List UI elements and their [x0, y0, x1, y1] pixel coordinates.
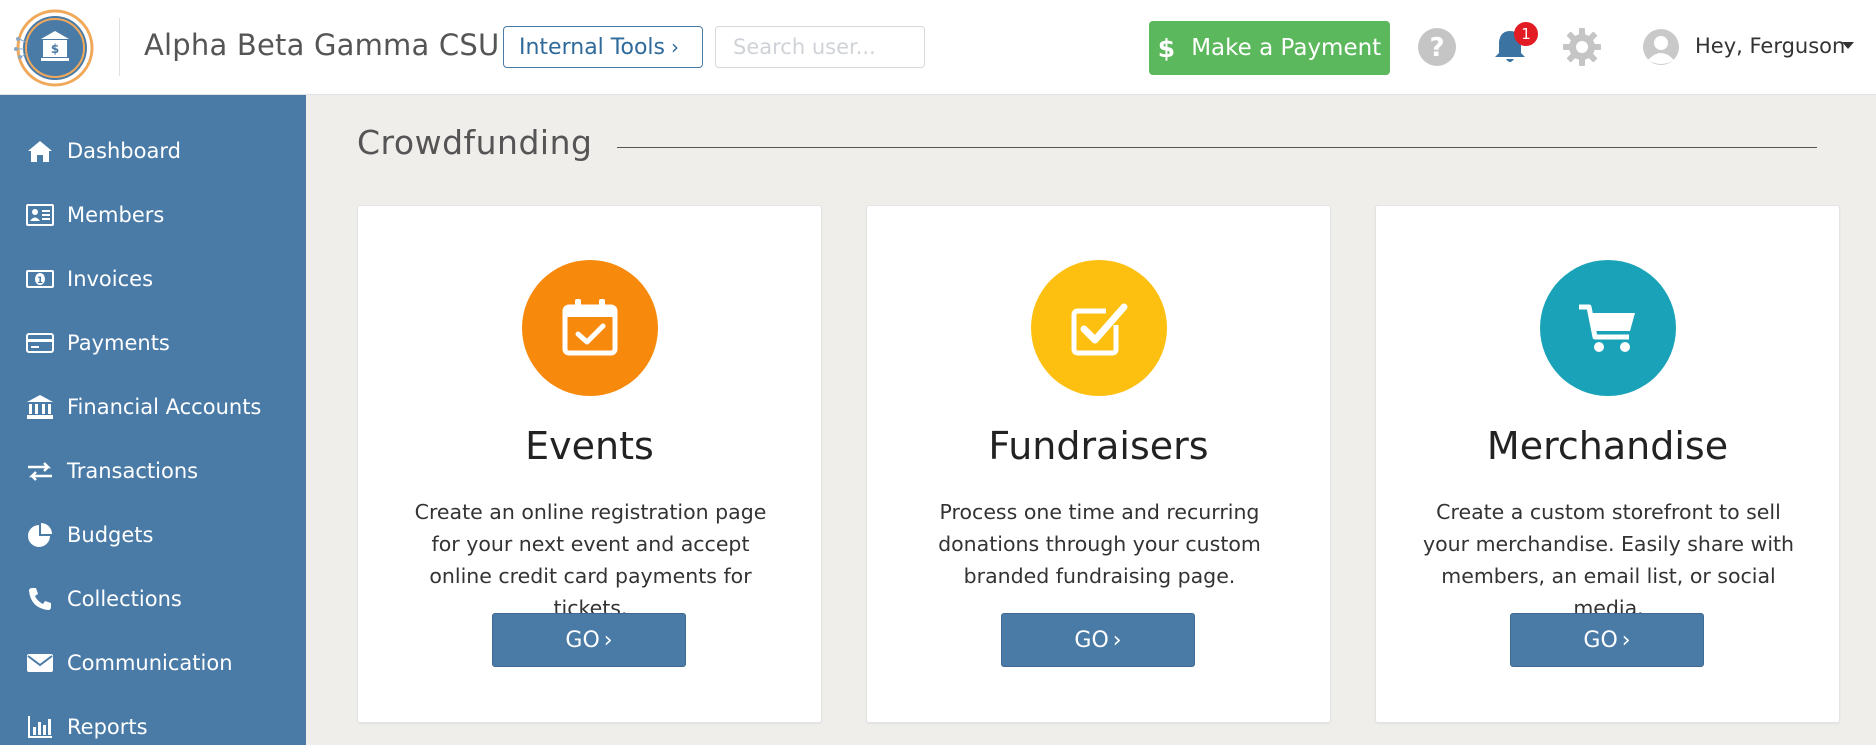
search-user-input[interactable]	[715, 26, 925, 68]
organization-name: Alpha Beta Gamma CSU	[144, 28, 500, 62]
sidebar-item-label: Members	[67, 203, 165, 227]
gear-icon[interactable]	[1561, 26, 1603, 68]
help-icon[interactable]: ?	[1416, 26, 1458, 68]
sidebar-item-label: Invoices	[67, 267, 154, 291]
fundraisers-card: Fundraisers Process one time and recurri…	[866, 205, 1331, 723]
bar-chart-icon	[25, 712, 55, 742]
sidebar-item-transactions[interactable]: Transactions	[0, 444, 306, 498]
go-label: GO	[1074, 627, 1109, 653]
section-divider	[617, 147, 1817, 148]
sidebar-item-budgets[interactable]: Budgets	[0, 508, 306, 562]
card-description: Create a custom storefront to sell your …	[1422, 500, 1795, 620]
home-icon	[25, 136, 55, 166]
dollar-icon: $	[1157, 33, 1176, 63]
card-description: Process one time and recurring donations…	[938, 500, 1261, 588]
sidebar-item-payments[interactable]: Payments	[0, 316, 306, 370]
card-title: Merchandise	[1486, 424, 1729, 468]
calendar-check-icon	[522, 260, 658, 396]
events-card: Events Create an online registration pag…	[357, 205, 822, 723]
chevron-right-icon: ›	[603, 627, 613, 653]
organization-logo[interactable]: $	[14, 9, 94, 87]
sidebar-item-reports[interactable]: Reports	[0, 700, 306, 745]
fundraisers-go-button[interactable]: GO ›	[1001, 613, 1195, 667]
chevron-down-icon[interactable]	[1842, 42, 1854, 49]
chevron-right-icon: ›	[670, 35, 679, 59]
user-greeting[interactable]: Hey, Ferguson	[1695, 34, 1845, 58]
sidebar-item-label: Communication	[67, 651, 233, 675]
svg-text:$: $	[51, 42, 59, 56]
header-divider	[119, 18, 120, 76]
sidebar-item-label: Dashboard	[67, 139, 181, 163]
check-square-icon	[1031, 260, 1167, 396]
pie-chart-icon	[25, 520, 55, 550]
go-label: GO	[565, 627, 600, 653]
sidebar-item-invoices[interactable]: 1 Invoices	[0, 252, 306, 306]
sidebar-item-label: Reports	[67, 715, 148, 739]
user-avatar[interactable]	[1642, 28, 1680, 66]
svg-text:1: 1	[37, 276, 43, 286]
card-title: Fundraisers	[988, 424, 1209, 468]
svg-text:?: ?	[1429, 33, 1444, 63]
card-description: Create an online registration page for y…	[414, 500, 767, 620]
go-label: GO	[1583, 627, 1618, 653]
make-payment-button[interactable]: $ Make a Payment	[1149, 21, 1390, 75]
sidebar-item-financial-accounts[interactable]: Financial Accounts	[0, 380, 306, 434]
sidebar-item-collections[interactable]: Collections	[0, 572, 306, 626]
shopping-cart-icon	[1540, 260, 1676, 396]
sidebar-item-label: Transactions	[67, 459, 199, 483]
sidebar-item-dashboard[interactable]: Dashboard	[0, 124, 306, 178]
chevron-right-icon: ›	[1112, 627, 1122, 653]
card-title: Events	[525, 424, 654, 468]
sidebar-item-members[interactable]: Members	[0, 188, 306, 242]
internal-tools-label: Internal Tools	[519, 34, 665, 60]
notification-count-badge: 1	[1514, 22, 1538, 46]
money-bill-icon: 1	[25, 264, 55, 294]
exchange-icon	[25, 456, 55, 486]
envelope-icon	[25, 648, 55, 678]
sidebar-item-label: Payments	[67, 331, 170, 355]
merchandise-go-button[interactable]: GO ›	[1510, 613, 1704, 667]
sidebar-item-communication[interactable]: Communication	[0, 636, 306, 690]
sidebar-nav: Dashboard Members 1 Invoices Payments Fi…	[0, 95, 306, 745]
top-header: $ Alpha Beta Gamma CSU Internal Tools › …	[0, 0, 1876, 95]
credit-card-icon	[25, 328, 55, 358]
merchandise-card: Merchandise Create a custom storefront t…	[1375, 205, 1840, 723]
id-card-icon	[25, 200, 55, 230]
internal-tools-button[interactable]: Internal Tools ›	[503, 26, 703, 68]
bank-icon	[25, 392, 55, 422]
sidebar-item-label: Financial Accounts	[67, 395, 262, 419]
events-go-button[interactable]: GO ›	[492, 613, 686, 667]
sidebar-item-label: Budgets	[67, 523, 154, 547]
make-payment-label: Make a Payment	[1191, 35, 1382, 61]
section-title: Crowdfunding	[357, 123, 593, 162]
chevron-right-icon: ›	[1621, 627, 1631, 653]
sidebar-item-label: Collections	[67, 587, 182, 611]
phone-icon	[25, 584, 55, 614]
